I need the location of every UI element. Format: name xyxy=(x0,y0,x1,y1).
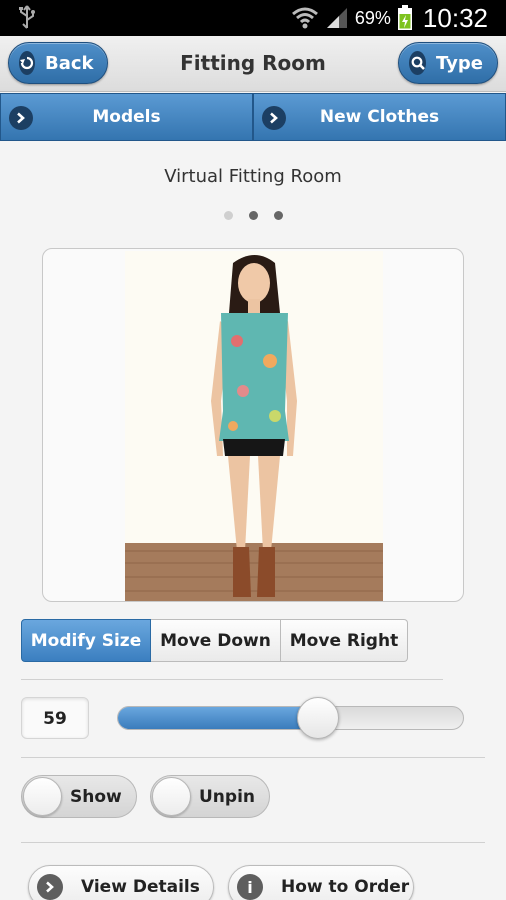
nav-item-models[interactable]: Models xyxy=(0,93,253,141)
toggle-knob xyxy=(23,777,62,816)
usb-icon xyxy=(19,5,35,29)
back-button-label: Back xyxy=(45,52,94,74)
size-value-input[interactable]: 59 xyxy=(21,697,89,739)
app-header: Fitting Room Back Type xyxy=(0,36,506,92)
size-slider-handle[interactable] xyxy=(297,697,339,739)
wifi-icon xyxy=(291,7,318,29)
status-bar: 69% 10:32 xyxy=(0,0,506,36)
view-details-button[interactable]: View Details xyxy=(28,865,214,900)
pagination-dot[interactable] xyxy=(248,211,258,220)
chevron-right-icon xyxy=(37,874,63,900)
battery-icon xyxy=(397,5,412,30)
divider xyxy=(21,679,443,680)
pagination-dot[interactable] xyxy=(223,211,233,220)
search-icon xyxy=(409,51,427,75)
show-toggle[interactable]: Show xyxy=(21,775,137,818)
type-button[interactable]: Type xyxy=(398,42,498,84)
fitting-room-preview xyxy=(42,248,464,602)
nav-item-label: Models xyxy=(92,107,161,127)
chevron-right-icon xyxy=(9,106,33,130)
chevron-right-icon xyxy=(262,106,286,130)
pagination-dots xyxy=(0,211,506,220)
nav-item-label: New Clothes xyxy=(319,107,440,127)
show-toggle-label: Show xyxy=(70,786,122,807)
view-details-label: View Details xyxy=(81,877,200,897)
size-slider-track[interactable] xyxy=(117,697,464,739)
clock-time: 10:32 xyxy=(422,2,488,33)
divider xyxy=(21,757,485,758)
unpin-toggle-label: Unpin xyxy=(199,786,256,807)
how-to-order-button[interactable]: i How to Order xyxy=(228,865,414,900)
move-right-button[interactable]: Move Right xyxy=(281,619,408,662)
battery-percent: 69% xyxy=(354,7,391,28)
model-photo xyxy=(125,251,383,601)
nav-item-new-clothes[interactable]: New Clothes xyxy=(253,93,506,141)
info-icon: i xyxy=(237,874,263,900)
action-segmented-control: Modify Size Move Down Move Right xyxy=(21,619,408,662)
pagination-dot[interactable] xyxy=(273,211,283,220)
back-button[interactable]: Back xyxy=(8,42,108,84)
how-to-order-label: How to Order xyxy=(281,877,410,897)
move-down-button[interactable]: Move Down xyxy=(151,619,281,662)
toggle-knob xyxy=(152,777,191,816)
unpin-toggle[interactable]: Unpin xyxy=(150,775,271,818)
modify-size-button[interactable]: Modify Size xyxy=(21,619,151,662)
divider xyxy=(21,842,485,843)
signal-icon xyxy=(326,8,347,28)
navbar: Models New Clothes xyxy=(0,93,506,141)
back-arrow-icon xyxy=(19,51,35,75)
section-title: Virtual Fitting Room xyxy=(164,166,342,187)
size-slider-fill xyxy=(118,707,318,729)
type-button-label: Type xyxy=(436,52,483,74)
